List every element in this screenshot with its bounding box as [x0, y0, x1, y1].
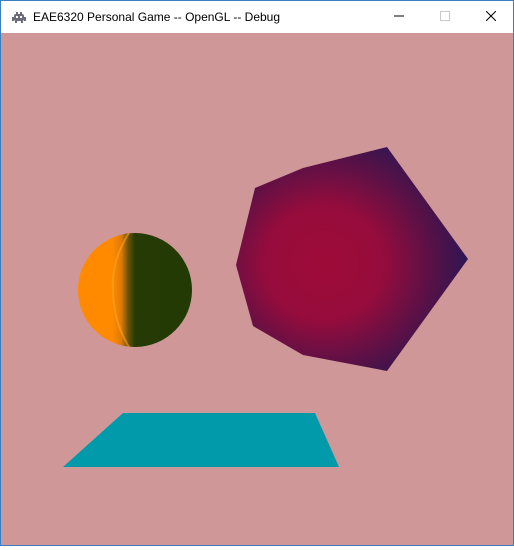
trapezoid-object	[63, 413, 339, 467]
window-title: EAE6320 Personal Game -- OpenGL -- Debug	[33, 10, 281, 24]
sphere-object	[78, 232, 192, 348]
heptagon-object	[236, 147, 468, 371]
game-controller-icon	[11, 9, 27, 25]
close-icon	[485, 8, 497, 26]
app-window: EAE6320 Personal Game -- OpenGL -- Debug	[0, 0, 514, 546]
scene-canvas	[63, 147, 468, 467]
close-button[interactable]	[468, 1, 514, 33]
render-viewport[interactable]	[1, 33, 513, 545]
maximize-icon	[440, 8, 450, 26]
maximize-button[interactable]	[422, 1, 468, 33]
minimize-icon	[394, 8, 404, 26]
title-bar[interactable]: EAE6320 Personal Game -- OpenGL -- Debug	[1, 1, 513, 33]
minimize-button[interactable]	[376, 1, 422, 33]
